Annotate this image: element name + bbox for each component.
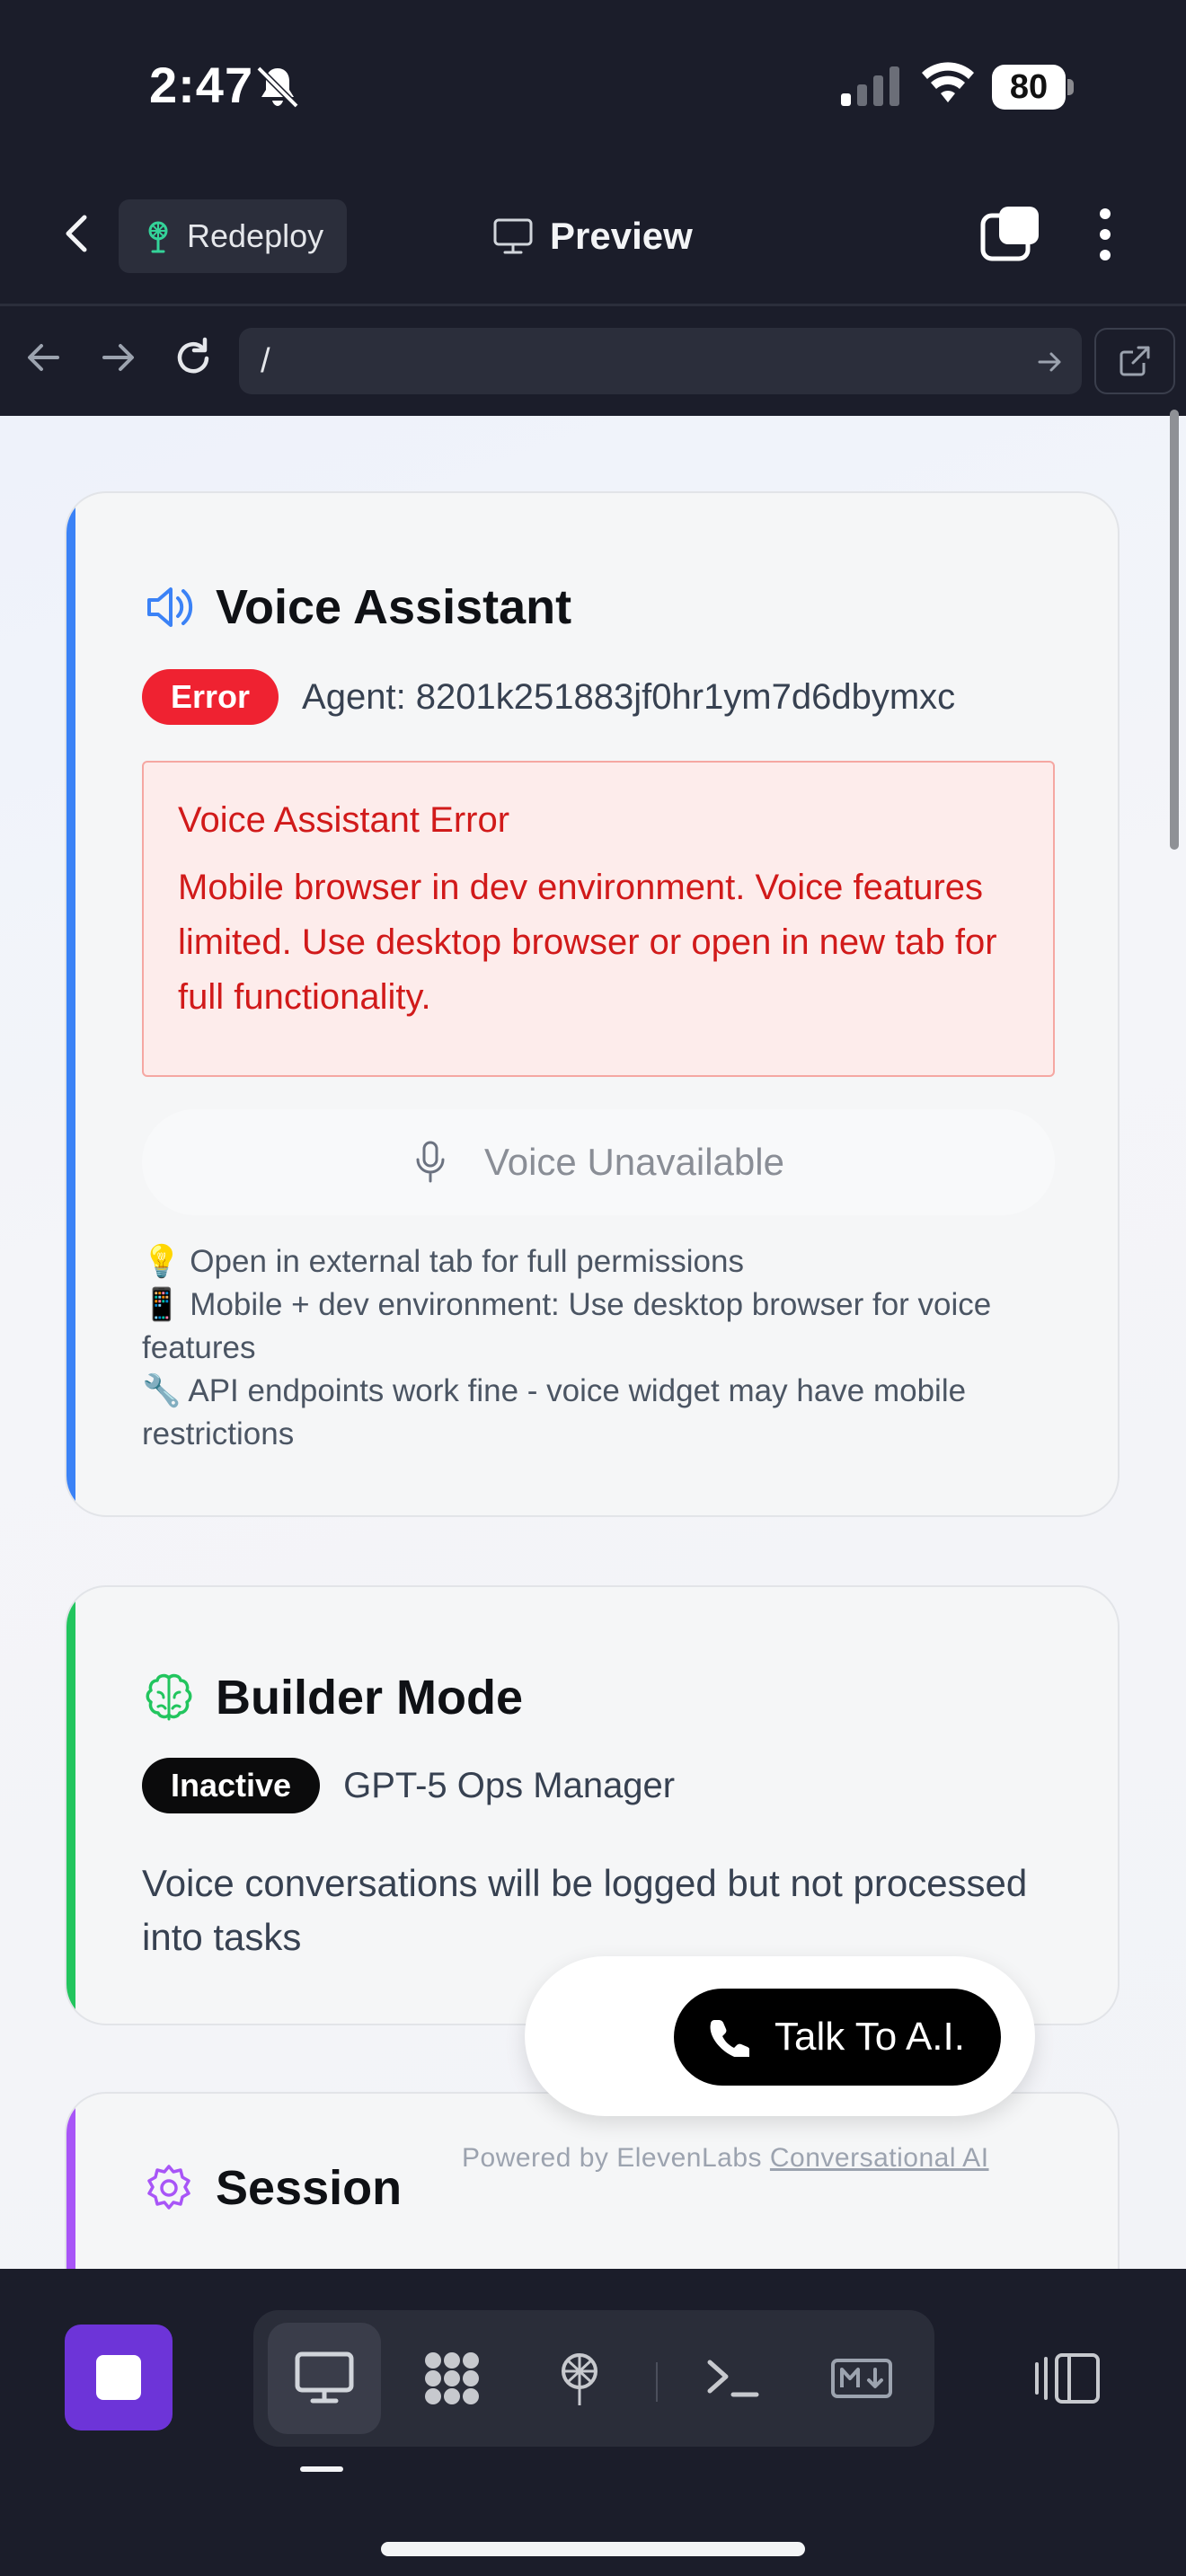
tabs-icon[interactable] <box>979 203 1042 262</box>
conversational-ai-link[interactable]: Conversational AI <box>770 2143 989 2173</box>
tip-item: 💡 Open in external tab for full permissi… <box>142 1244 744 1279</box>
agent-id: Agent: 8201k251883jf0hr1ym7d6dbymxc <box>302 676 956 717</box>
app-header: Redeploy Preview <box>0 180 1186 305</box>
tool-deploy[interactable] <box>523 2323 636 2434</box>
powered-by-label: Powered by ElevenLabs <box>462 2143 763 2173</box>
builder-status-row: Inactive GPT-5 Ops Manager <box>142 1758 675 1813</box>
open-external-button[interactable] <box>1094 328 1175 394</box>
tip-item: 📱 Mobile + dev environment: Use desktop … <box>142 1287 992 1365</box>
talk-to-ai-button[interactable]: Talk To A.I. <box>674 1989 1001 2086</box>
voice-widget: Talk To A.I. <box>525 1956 1035 2116</box>
error-badge: Error <box>142 669 279 725</box>
inactive-badge: Inactive <box>142 1758 321 1813</box>
desktop-icon <box>295 2351 354 2404</box>
builder-card-header: Builder Mode <box>142 1670 523 1725</box>
url-text: / <box>261 341 270 380</box>
scrollbar[interactable] <box>1170 410 1179 850</box>
stop-icon <box>96 2355 141 2400</box>
speaker-icon <box>147 587 193 627</box>
reload-icon[interactable] <box>171 335 216 380</box>
gear-icon <box>147 2165 190 2210</box>
battery-level: 80 <box>992 65 1066 110</box>
page-title: Preview <box>492 205 693 268</box>
session-card-title: Session <box>216 2161 403 2215</box>
terminal-icon <box>707 2360 759 2397</box>
builder-description: Voice conversations will be logged but n… <box>142 1862 1028 1958</box>
tool-desktop[interactable] <box>268 2323 381 2434</box>
active-tab-indicator <box>300 2466 343 2472</box>
apps-icon <box>425 2352 479 2404</box>
talk-button-label: Talk To A.I. <box>774 2015 965 2059</box>
builder-card-title: Builder Mode <box>216 1671 524 1725</box>
tip-item: 🔧 API endpoints work fine - voice widget… <box>142 1373 967 1451</box>
error-message: Mobile browser in dev environment. Voice… <box>178 868 997 1017</box>
session-card-header: Session <box>142 2160 402 2216</box>
go-arrow-icon[interactable] <box>1037 349 1064 375</box>
redeploy-button[interactable]: Redeploy <box>119 199 347 273</box>
status-time: 2:47 <box>149 57 254 113</box>
browser-forward-icon[interactable] <box>95 335 140 380</box>
monitor-icon <box>493 218 533 254</box>
stop-button[interactable] <box>65 2325 173 2430</box>
powered-by-text: Powered by ElevenLabs Conversational AI <box>462 2143 989 2174</box>
voice-card-header: Voice Assistant <box>142 579 571 635</box>
deploy-icon <box>562 2353 597 2405</box>
bell-off-icon <box>256 66 299 109</box>
redeploy-label: Redeploy <box>187 217 324 254</box>
session-card: Session <box>65 2092 1120 2269</box>
tool-divider <box>656 2362 658 2402</box>
deploy-icon <box>148 221 168 253</box>
browser-back-icon[interactable] <box>22 335 66 380</box>
help-tips: 💡 Open in external tab for full permissi… <box>142 1240 1085 1456</box>
page-title-label: Preview <box>550 215 693 257</box>
voice-unavailable-button[interactable]: Voice Unavailable <box>142 1109 1055 1215</box>
browser-bar: / <box>0 306 1186 416</box>
external-link-icon <box>1120 346 1150 376</box>
more-options-icon[interactable] <box>1087 205 1123 264</box>
error-alert: Voice Assistant Error Mobile browser in … <box>142 761 1055 1077</box>
wifi-icon <box>922 62 974 102</box>
tool-group <box>253 2310 934 2447</box>
back-chevron-icon[interactable] <box>54 210 101 257</box>
bottom-toolbar <box>0 2269 1186 2576</box>
tool-apps[interactable] <box>395 2323 509 2434</box>
tool-markdown[interactable] <box>805 2323 918 2434</box>
voice-card-title: Voice Assistant <box>216 580 572 634</box>
voice-status-row: Error Agent: 8201k251883jf0hr1ym7d6dbymx… <box>142 669 955 725</box>
phone-icon <box>710 2020 750 2057</box>
brain-icon <box>146 1673 192 1721</box>
model-name: GPT-5 Ops Manager <box>343 1765 676 1805</box>
voice-assistant-card: Voice Assistant Error Agent: 8201k251883… <box>65 491 1120 1517</box>
url-input[interactable]: / <box>239 328 1082 394</box>
microphone-icon <box>416 1141 445 1183</box>
markdown-icon <box>831 2359 892 2398</box>
error-title: Voice Assistant Error <box>178 800 510 840</box>
home-indicator <box>381 2542 805 2556</box>
status-bar: 2:47 80 <box>0 0 1186 171</box>
voice-button-label: Voice Unavailable <box>484 1141 784 1183</box>
panel-toggle-icon[interactable] <box>1033 2351 1102 2405</box>
battery-indicator: 80 <box>992 65 1075 110</box>
signal-icon <box>841 66 899 106</box>
tool-terminal[interactable] <box>676 2323 789 2434</box>
